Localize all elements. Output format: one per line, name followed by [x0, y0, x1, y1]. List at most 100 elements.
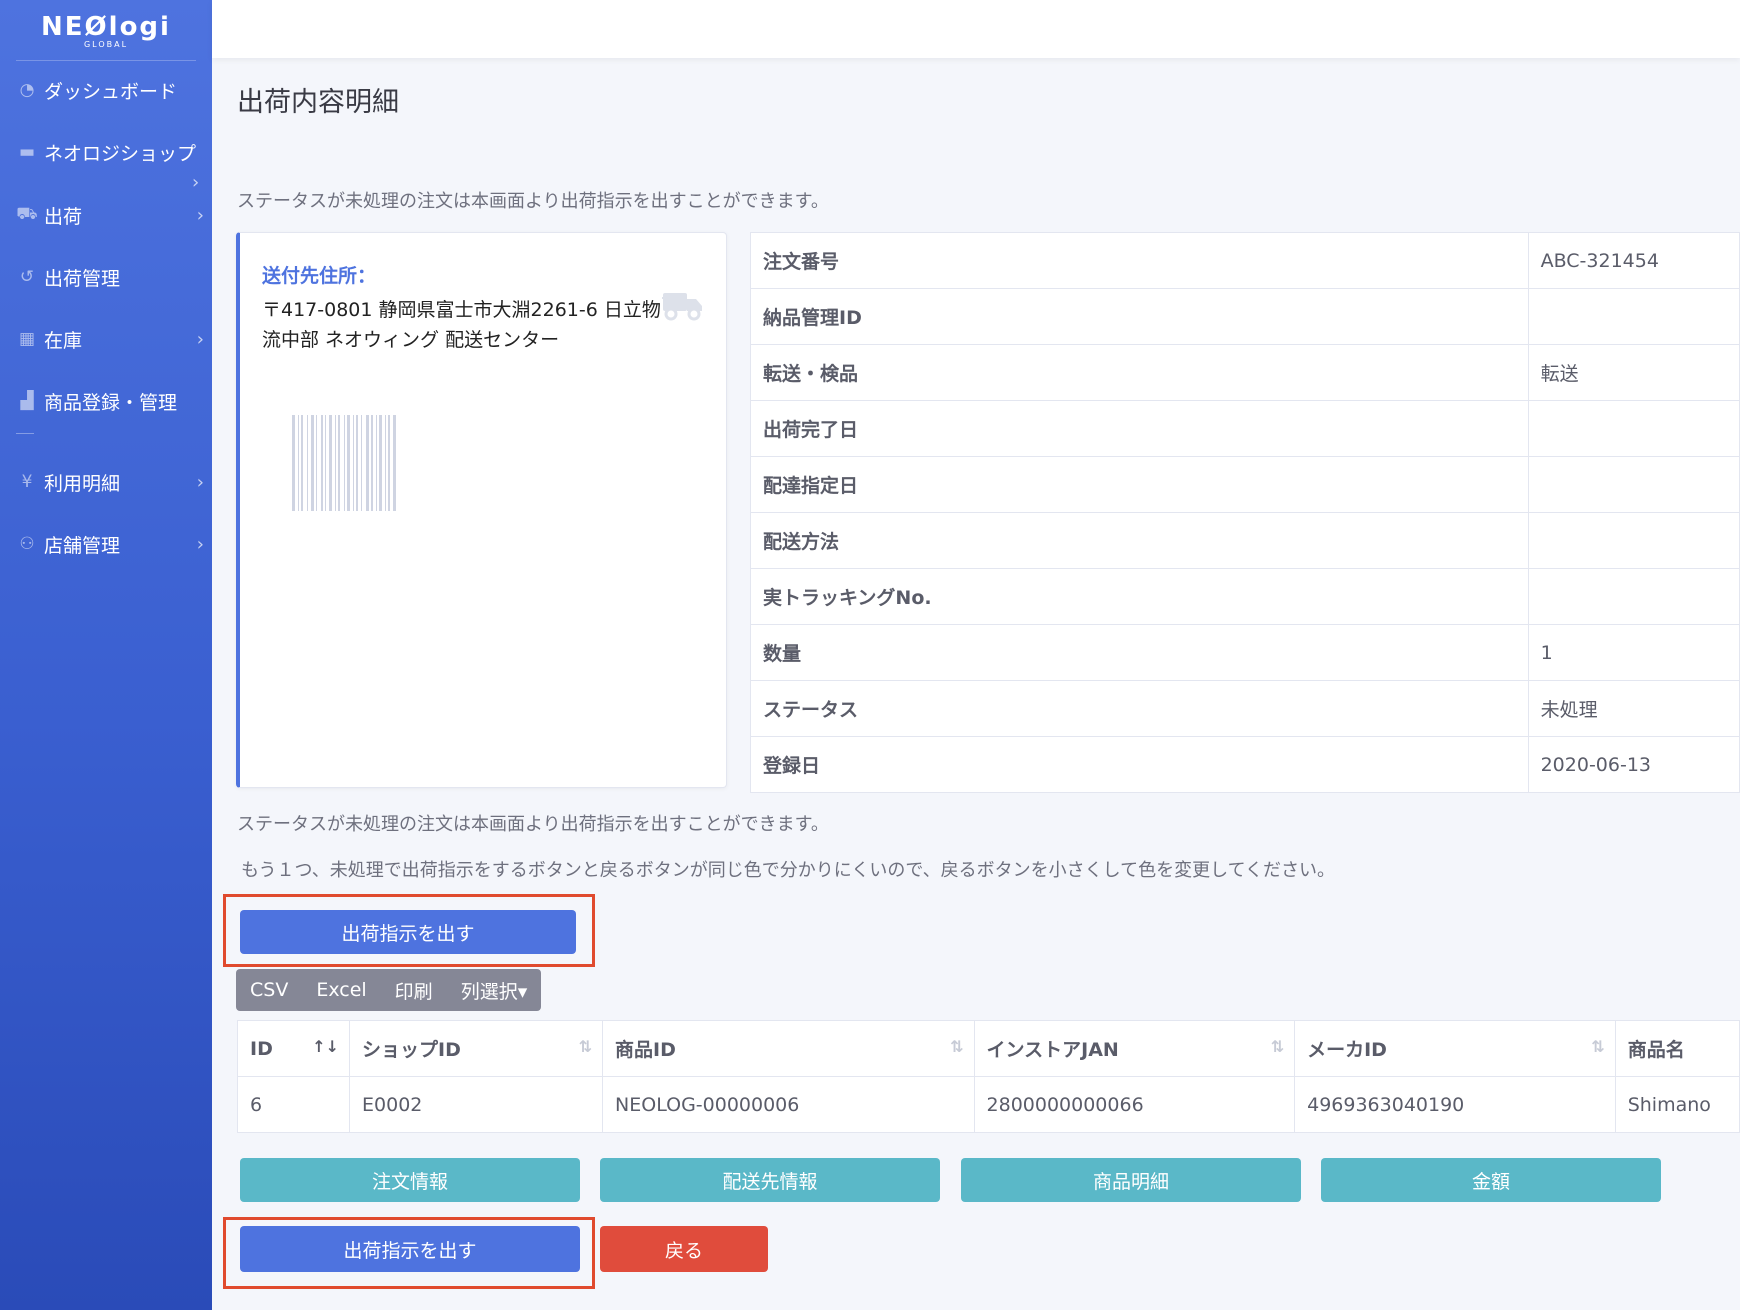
brand-sub: GLOBAL [83, 39, 129, 49]
table-row: 配達指定日 [750, 456, 1740, 513]
table-row: 実トラッキングNo. [750, 568, 1740, 625]
table-row: 登録日 2020-06-13 [750, 736, 1740, 793]
boxes-icon: ▟ [20, 391, 34, 411]
back-button[interactable]: 戻る [600, 1226, 768, 1272]
truck-icon: ⛟ [16, 204, 38, 224]
order-detail-table: 注文番号 ABC-321454 納品管理ID 転送・検品 転送 出荷完了日 配達指定… [750, 232, 1740, 793]
detail-key: ステータス [750, 680, 1529, 737]
amount-button[interactable]: 金額 [1321, 1158, 1661, 1202]
column-select-dropdown[interactable]: 列選択▾ [447, 969, 542, 1011]
print-button[interactable]: 印刷 [381, 969, 447, 1011]
chevron-right-icon: › [196, 471, 204, 493]
shipping-info-button[interactable]: 配送先情報 [600, 1158, 940, 1202]
chevron-right-icon: › [196, 204, 204, 226]
sidebar-item-products[interactable]: ▟ 商品登録・管理 [0, 381, 212, 421]
sidebar-divider [16, 433, 34, 434]
brand-logo[interactable]: NEØlogi GLOBAL [16, 0, 196, 61]
table-row: ステータス 未処理 [750, 680, 1740, 737]
column-header-product-name[interactable]: 商品名 [1614, 1020, 1740, 1077]
sidebar-item-stores[interactable]: ⚇ 店舗管理 › [0, 524, 212, 564]
sidebar: NEØlogi GLOBAL ◔ ダッシュボード ▬ ネオロジショップ › ⛟ … [0, 0, 212, 1310]
detail-value [1527, 288, 1740, 345]
table-row: 納品管理ID [750, 288, 1740, 345]
detail-key: 数量 [750, 624, 1529, 681]
chevron-right-icon: › [196, 533, 204, 555]
sidebar-item-shipping[interactable]: ⛟ 出荷 › [0, 195, 212, 235]
table-row: 出荷完了日 [750, 400, 1740, 457]
cell-product-name: Shimano [1614, 1076, 1740, 1133]
chevron-right-icon: › [196, 328, 204, 350]
detail-key: 転送・検品 [750, 344, 1529, 401]
truck-icon [662, 293, 702, 321]
ship-instruction-button-bottom[interactable]: 出荷指示を出す [240, 1226, 580, 1272]
column-header-shop-id[interactable]: ショップID ⇅ [349, 1020, 604, 1077]
sidebar-item-label: 出荷管理 [44, 267, 121, 290]
detail-key: 出荷完了日 [750, 400, 1529, 457]
tachometer-icon: ◔ [19, 80, 35, 100]
table-row: 注文番号 ABC-321454 [750, 232, 1740, 289]
sidebar-item-label: 店舗管理 [44, 534, 121, 557]
column-header-id[interactable]: ID ↑↓ [236, 1020, 351, 1077]
csv-button[interactable]: CSV [236, 969, 302, 1011]
detail-value: ABC-321454 [1527, 232, 1740, 289]
sidebar-item-shop[interactable]: ▬ ネオロジショップ [0, 132, 212, 172]
table-header-row: ID ↑↓ ショップID ⇅ 商品ID ⇅ インストアJAN ⇅ メーカID ⇅ 商品名 [236, 1020, 1740, 1077]
detail-key: 登録日 [750, 736, 1529, 793]
sidebar-item-label: 商品登録・管理 [44, 391, 178, 414]
status-note-top: ステータスが未処理の注文は本画面より出荷指示を出すことができます。 [237, 191, 829, 212]
sort-icon: ⇅ [1591, 1037, 1605, 1056]
sidebar-item-label: 出荷 [44, 205, 83, 228]
sort-icon: ⇅ [950, 1037, 964, 1056]
chevron-right-icon: › [192, 172, 200, 193]
table-row: 配送方法 [750, 512, 1740, 569]
sidebar-item-billing[interactable]: ¥ 利用明細 › [0, 462, 212, 502]
table-row: 転送・検品 転送 [750, 344, 1740, 401]
detail-key: 実トラッキングNo. [750, 568, 1529, 625]
sidebar-item-dashboard[interactable]: ◔ ダッシュボード [0, 70, 212, 110]
change-request-note: もう１つ、未処理で出荷指示をするボタンと戻るボタンが同じ色で分かりにくいので、戻… [241, 860, 1336, 881]
status-note-mid: ステータスが未処理の注文は本画面より出荷指示を出すことができます。 [237, 814, 829, 835]
product-detail-button[interactable]: 商品明細 [961, 1158, 1301, 1202]
topbar [212, 0, 1740, 58]
column-header-product-id[interactable]: 商品ID ⇅ [602, 1020, 975, 1077]
detail-key: 納品管理ID [750, 288, 1529, 345]
cell-shop-id: E0002 [349, 1076, 604, 1133]
users-icon: ⚇ [19, 534, 35, 554]
ship-instruction-button-top[interactable]: 出荷指示を出す [240, 910, 576, 954]
detail-value [1527, 568, 1740, 625]
address-text: 〒417-0801 静岡県富士市大淵2261-6 日立物流中部 ネオウィング 配… [262, 299, 661, 351]
column-header-jan[interactable]: インストアJAN ⇅ [973, 1020, 1296, 1077]
cell-id: 6 [236, 1076, 351, 1133]
sort-asc-icon: ↑↓ [312, 1037, 340, 1056]
address-label: 送付先住所： [262, 265, 377, 287]
page-title: 出荷内容明細 [237, 87, 399, 118]
detail-key: 配送方法 [750, 512, 1529, 569]
cell-maker-id: 4969363040190 [1294, 1076, 1616, 1133]
order-info-button[interactable]: 注文情報 [240, 1158, 580, 1202]
sort-icon: ⇅ [1270, 1037, 1285, 1056]
detail-value: 2020-06-13 [1527, 736, 1740, 793]
detail-key: 配達指定日 [750, 456, 1529, 513]
detail-value: 未処理 [1527, 680, 1740, 737]
sidebar-item-label: 利用明細 [44, 472, 121, 495]
sort-icon: ⇅ [578, 1037, 593, 1056]
history-icon: ↺ [19, 267, 35, 287]
sidebar-item-label: 在庫 [44, 329, 83, 352]
detail-value [1527, 400, 1740, 457]
detail-key: 注文番号 [750, 232, 1529, 289]
table-row[interactable]: 6 E0002 NEOLOG-00000006 2800000000066 49… [236, 1076, 1740, 1133]
detail-value [1527, 512, 1740, 569]
cell-jan: 2800000000066 [973, 1076, 1296, 1133]
sidebar-item-inventory[interactable]: ▦ 在庫 › [0, 319, 212, 359]
barcode-image [292, 415, 422, 511]
excel-button[interactable]: Excel [302, 969, 380, 1011]
detail-value [1527, 456, 1740, 513]
column-header-maker-id[interactable]: メーカID ⇅ [1294, 1020, 1616, 1077]
store-icon: ▬ [18, 142, 36, 162]
cell-product-id: NEOLOG-00000006 [602, 1076, 975, 1133]
sidebar-item-shipping-management[interactable]: ↺ 出荷管理 [0, 257, 212, 297]
brand-name: NEØlogi [41, 11, 171, 42]
sidebar-item-label: ネオロジショップ [44, 142, 197, 165]
product-table: ID ↑↓ ショップID ⇅ 商品ID ⇅ インストアJAN ⇅ メーカID ⇅ 商品名 … [236, 1020, 1740, 1133]
detail-value: 転送 [1527, 344, 1740, 401]
